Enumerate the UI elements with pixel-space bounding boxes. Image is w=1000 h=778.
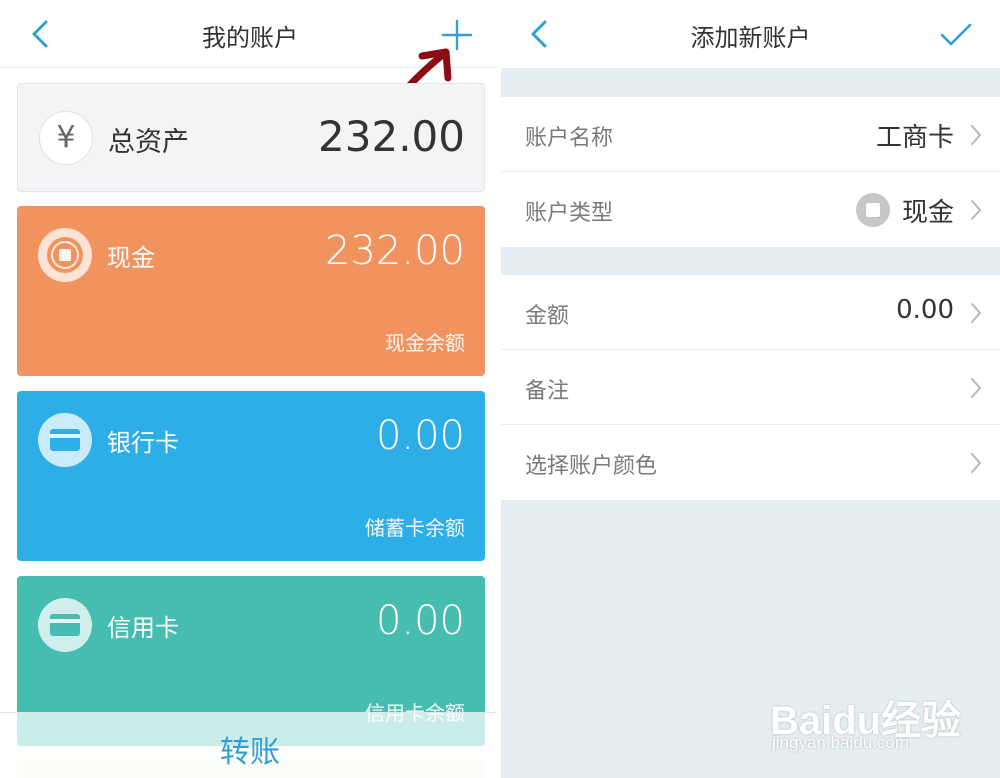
chevron-right-icon	[971, 453, 982, 473]
total-assets-amount: 232.00	[318, 112, 465, 161]
account-name-row[interactable]: 账户名称 工商卡	[501, 97, 1000, 172]
screenshot-root: 我的账户 ¥ 总资产 232.00 现金 232.00 现金余额 银行卡 0.0…	[0, 0, 1000, 778]
account-name-label: 账户名称	[525, 126, 614, 151]
account-color-label: 选择账户颜色	[525, 454, 658, 479]
account-color-row[interactable]: 选择账户颜色	[501, 425, 1000, 500]
top-nav-bar: 添加新账户	[501, 0, 1000, 68]
chevron-right-icon	[971, 303, 982, 323]
account-name: 银行卡	[107, 429, 179, 457]
account-subtitle: 储蓄卡余额	[365, 516, 465, 540]
confirm-check-icon[interactable]	[939, 20, 973, 50]
cash-coin-icon	[38, 228, 92, 282]
amount-value: 0.00	[896, 295, 954, 325]
cash-type-icon	[856, 193, 890, 227]
account-subtitle: 现金余额	[385, 331, 465, 355]
account-type-value: 现金	[901, 198, 954, 228]
account-name-value: 工商卡	[875, 123, 954, 153]
total-assets-card: ¥ 总资产 232.00	[17, 83, 485, 192]
account-info-group: 账户名称 工商卡 账户类型 现金	[501, 97, 1000, 247]
account-type-row[interactable]: 账户类型 现金	[501, 172, 1000, 247]
my-accounts-screen: 我的账户 ¥ 总资产 232.00 现金 232.00 现金余额 银行卡 0.0…	[0, 0, 500, 778]
chevron-right-icon	[971, 378, 982, 398]
account-balance: 232.00	[325, 228, 465, 274]
chevron-right-icon	[971, 200, 982, 220]
total-assets-label: 总资产	[108, 127, 189, 158]
transfer-button[interactable]: 转账	[0, 727, 500, 771]
transfer-bar: 转账	[0, 712, 500, 778]
account-card-bank[interactable]: 银行卡 0.00 储蓄卡余额	[17, 391, 485, 561]
amount-label: 金额	[525, 304, 570, 329]
account-name: 现金	[107, 244, 155, 272]
page-title: 添加新账户	[690, 24, 811, 52]
bank-card-icon	[38, 413, 92, 467]
account-card-cash[interactable]: 现金 232.00 现金余额	[17, 206, 485, 376]
note-label: 备注	[525, 379, 570, 404]
yen-icon: ¥	[39, 111, 93, 165]
account-balance: 0.00	[375, 598, 465, 644]
chevron-right-icon	[971, 125, 982, 145]
credit-card-icon	[38, 598, 92, 652]
account-balance: 0.00	[375, 413, 465, 459]
account-detail-group: 金额 0.00 备注 选择账户颜色	[501, 275, 1000, 500]
account-name: 信用卡	[107, 614, 179, 642]
account-type-label: 账户类型	[525, 201, 614, 226]
watermark-url: jingyan.baidu.com	[772, 733, 910, 752]
note-row[interactable]: 备注	[501, 350, 1000, 425]
amount-row[interactable]: 金额 0.00	[501, 275, 1000, 350]
add-account-screen: 添加新账户 账户名称 工商卡 账户类型 现金 金额 0.00 备注 选择账户颜色	[501, 0, 1000, 778]
